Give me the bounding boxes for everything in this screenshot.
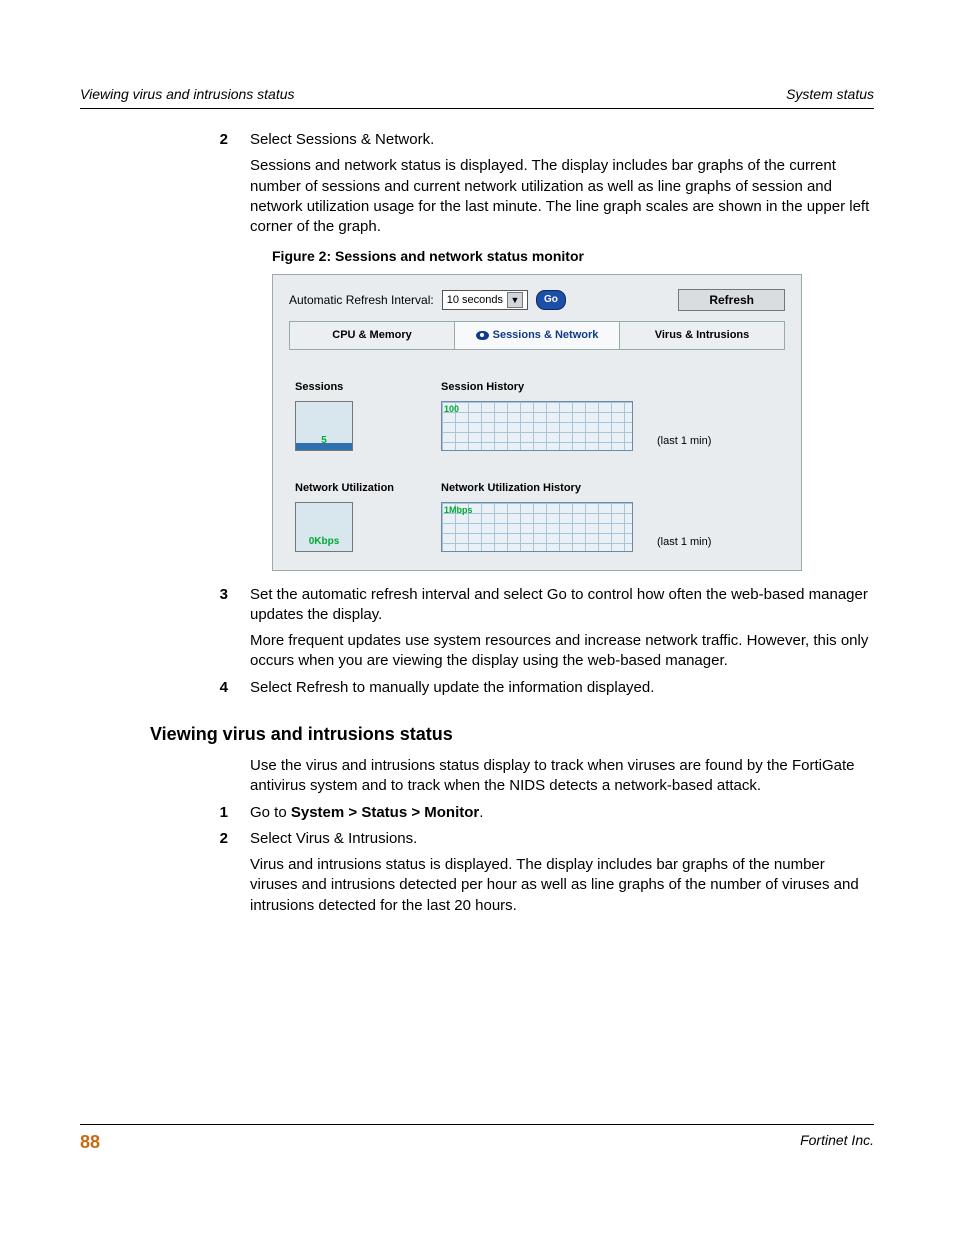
step-text: Virus and intrusions status is displayed… — [250, 855, 874, 916]
section-heading: Viewing virus and intrusions status — [150, 722, 874, 746]
session-history-chart: 100 — [441, 401, 633, 451]
refresh-interval-label: Automatic Refresh Interval: — [289, 292, 434, 308]
session-history-scale: 100 — [444, 403, 459, 415]
screenshot-monitor: Automatic Refresh Interval: 10 seconds ▼… — [272, 274, 802, 571]
figure-caption: Figure 2: Sessions and network status mo… — [272, 247, 874, 266]
step-number: 1 — [80, 803, 250, 823]
network-util-label: Network Utilization — [295, 481, 425, 496]
refresh-interval-select[interactable]: 10 seconds ▼ — [442, 290, 528, 310]
nav-path: System > Status > Monitor — [291, 804, 479, 821]
running-header-left: Viewing virus and intrusions status — [80, 86, 295, 102]
step-text: Sessions and network status is displayed… — [250, 156, 874, 237]
tab-virus-intrusions[interactable]: Virus & Intrusions — [620, 322, 784, 349]
section-intro: Use the virus and intrusions status disp… — [250, 756, 874, 797]
refresh-interval-value: 10 seconds — [447, 293, 503, 308]
chevron-down-icon: ▼ — [507, 292, 523, 308]
step-number: 2 — [80, 829, 250, 849]
company-name: Fortinet Inc. — [800, 1132, 874, 1148]
sessions-label: Sessions — [295, 380, 425, 395]
step-text: Select Virus & Intrusions. — [250, 829, 874, 849]
step-number: 3 — [80, 585, 250, 626]
footer-rule — [80, 1124, 874, 1125]
last-min-label: (last 1 min) — [657, 535, 711, 552]
sessions-value: 5 — [296, 434, 352, 448]
network-history-scale: 1Mbps — [444, 504, 473, 516]
tab-sessions-network[interactable]: Sessions & Network — [455, 322, 620, 349]
network-util-bar-chart: 0Kbps — [295, 502, 353, 552]
network-history-label: Network Utilization History — [441, 481, 633, 496]
step-text: Select Refresh to manually update the in… — [250, 678, 874, 698]
go-button[interactable]: Go — [536, 290, 566, 310]
refresh-button[interactable]: Refresh — [678, 289, 785, 311]
monitor-tabs: CPU & Memory Sessions & Network Virus & … — [289, 321, 785, 350]
running-header-right: System status — [786, 86, 874, 102]
session-history-label: Session History — [441, 380, 633, 395]
step-number: 4 — [80, 678, 250, 698]
header-rule — [80, 108, 874, 109]
eye-icon — [476, 331, 489, 340]
step-text: More frequent updates use system resourc… — [250, 631, 874, 672]
network-history-chart: 1Mbps — [441, 502, 633, 552]
sessions-bar-chart: 5 — [295, 401, 353, 451]
tab-cpu-memory[interactable]: CPU & Memory — [290, 322, 455, 349]
network-util-value: 0Kbps — [296, 535, 352, 549]
step-text: Select Sessions & Network. — [250, 130, 874, 150]
step-text: Go to System > Status > Monitor. — [250, 803, 874, 823]
last-min-label: (last 1 min) — [657, 434, 711, 451]
step-number: 2 — [80, 130, 250, 150]
page-number: 88 — [80, 1132, 100, 1153]
step-text: Set the automatic refresh interval and s… — [250, 585, 874, 626]
